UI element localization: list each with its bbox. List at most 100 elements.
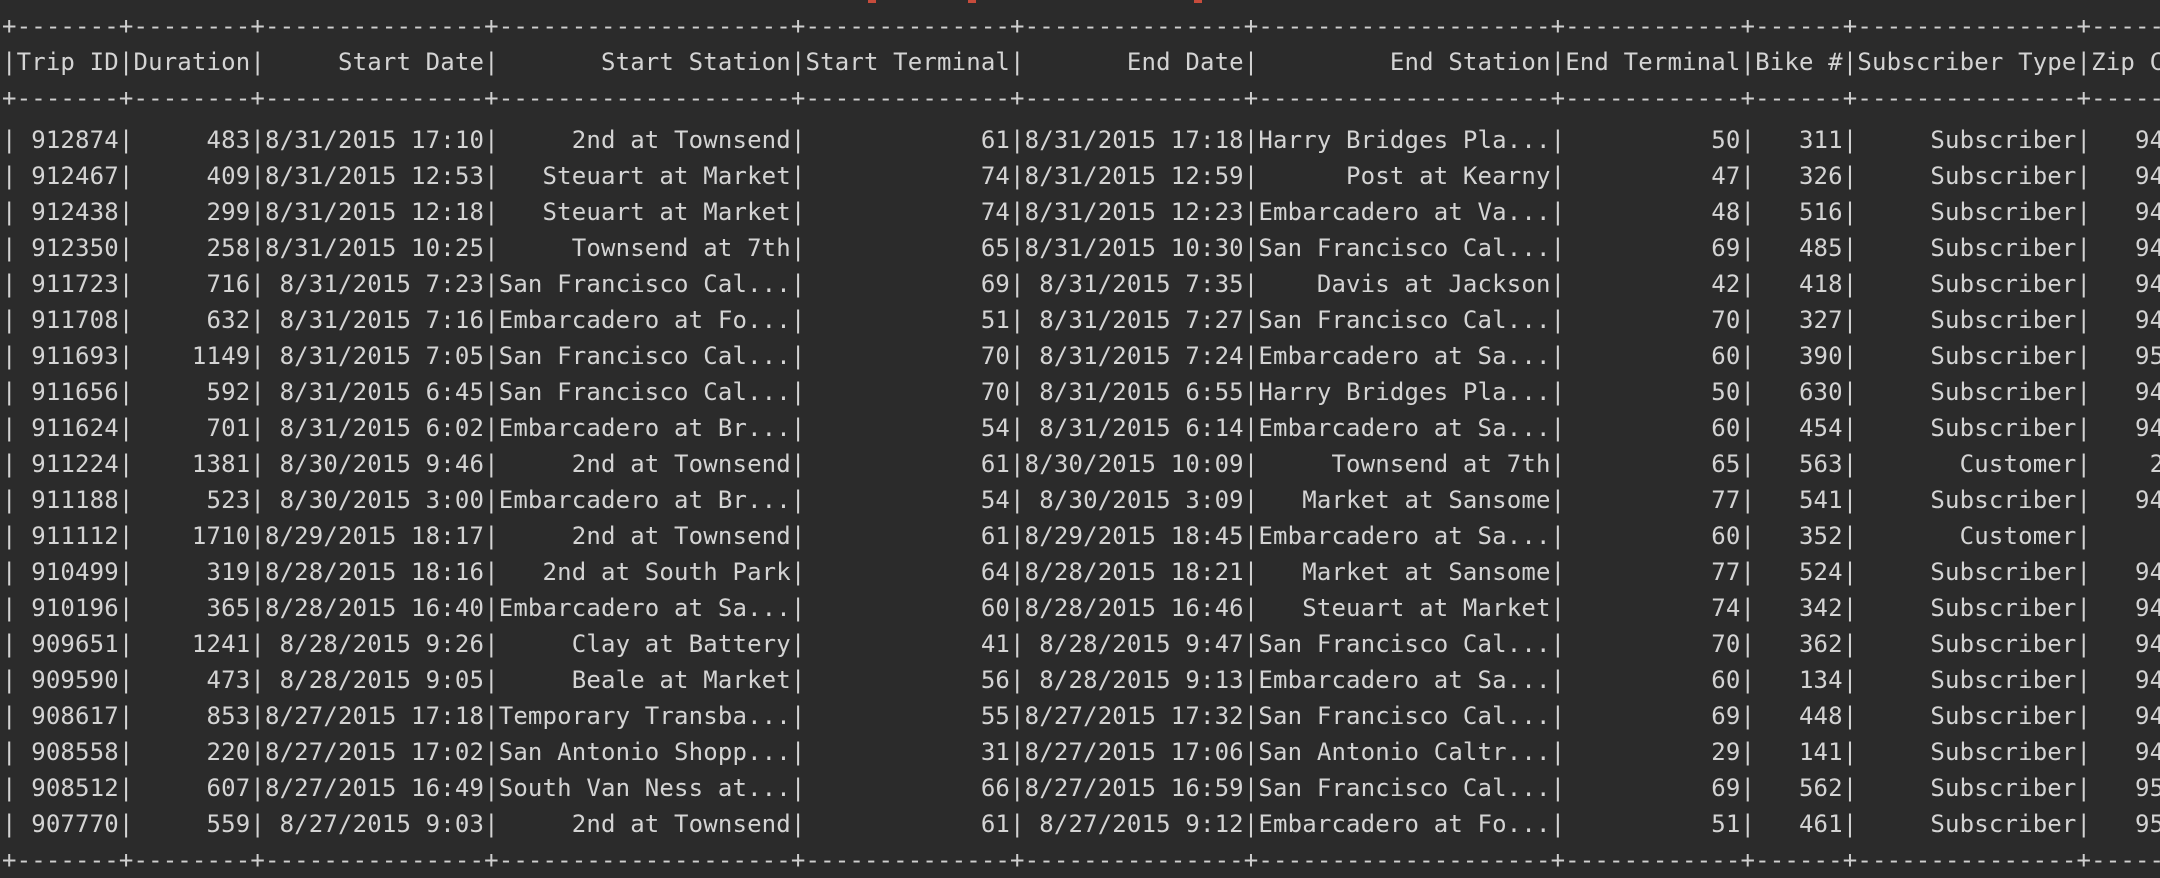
table-header-row: |Trip ID|Duration| Start Date| Start Sta… (2, 44, 2160, 80)
table-cell: 907770 (16, 810, 119, 838)
table-cell: 94105 (2134, 414, 2160, 442)
table-cell: 8/31/2015 7:16 (264, 306, 485, 334)
table-cell: South Van Ness at... (498, 774, 791, 802)
table-cell: 61 (805, 810, 1011, 838)
table-cell: Subscriber (1857, 594, 2077, 622)
table-cell: 2500 (2149, 450, 2160, 478)
table-cell: 2nd at Townsend (498, 450, 791, 478)
table-cell: San Francisco Cal... (1258, 774, 1551, 802)
previous-output-mark (868, 0, 876, 3)
table-cell: 8/31/2015 17:10 (264, 126, 485, 154)
table-cell: 60 (1565, 522, 1741, 550)
previous-output-strip (0, 0, 2160, 6)
table-cell: 485 (1755, 234, 1843, 262)
table-cell: 908558 (16, 738, 119, 766)
table-cell: 50 (1565, 378, 1741, 406)
table-cell: 61 (805, 522, 1011, 550)
table-cell: 562 (1755, 774, 1843, 802)
table-cell: 524 (1755, 558, 1843, 586)
table-cell: 8/27/2015 16:59 (1024, 774, 1244, 802)
table-cell: 70 (805, 342, 1011, 370)
table-border-bottom: +-------+--------+---------------+------… (2, 846, 2160, 874)
table-cell: 911708 (16, 306, 119, 334)
table-cell: Subscriber (1857, 342, 2077, 370)
table-cell: 716 (133, 270, 251, 298)
table-cell: 8/29/2015 18:45 (1024, 522, 1244, 550)
table-cell: 352 (1755, 522, 1843, 550)
table-cell: 60 (1565, 414, 1741, 442)
table-cell: 541 (1755, 486, 1843, 514)
table-cell: 94107 (2134, 234, 2160, 262)
table-border-top: +-------+--------+---------------+------… (2, 12, 2160, 40)
table-cell: 409 (133, 162, 251, 190)
table-cell: Subscriber (1857, 414, 2077, 442)
table-cell: 94501 (2134, 306, 2160, 334)
table-cell: 908617 (16, 702, 119, 730)
table-cell: Clay at Battery (498, 630, 791, 658)
table-cell: 630 (1755, 378, 1843, 406)
table-cell: 911723 (16, 270, 119, 298)
table-cell: 912467 (16, 162, 119, 190)
table-cell: Embarcadero at Br... (498, 486, 791, 514)
table-row: | 912874| 483|8/31/2015 17:10| 2nd at To… (2, 122, 2160, 158)
table-cell: San Francisco Cal... (1258, 234, 1551, 262)
table-cell: San Francisco Cal... (1258, 702, 1551, 730)
table-cell: 523 (133, 486, 251, 514)
table-row: | 910499| 319|8/28/2015 18:16| 2nd at So… (2, 554, 2160, 590)
table-cell: 8/31/2015 12:53 (264, 162, 485, 190)
table-cell: Subscriber (1857, 774, 2077, 802)
table-cell: 8/31/2015 10:25 (264, 234, 485, 262)
table-cell: 8/28/2015 16:46 (1024, 594, 1244, 622)
table-cell: 8/31/2015 17:18 (1024, 126, 1244, 154)
table-cell: 8/31/2015 12:59 (1024, 162, 1244, 190)
table-cell: 853 (133, 702, 251, 730)
table-cell: 418 (1755, 270, 1843, 298)
table-cell: 8/27/2015 17:06 (1024, 738, 1244, 766)
table-cell: 910499 (16, 558, 119, 586)
table-cell: 632 (133, 306, 251, 334)
table-cell: Embarcadero at Br... (498, 414, 791, 442)
table-cell: 342 (1755, 594, 1843, 622)
table-cell: Subscriber (1857, 738, 2077, 766)
table-cell: 94607 (2134, 558, 2160, 586)
table-cell: 911188 (16, 486, 119, 514)
table-cell: Steuart at Market (498, 198, 791, 226)
table-cell: 94110 (2134, 162, 2160, 190)
table-cell: 448 (1755, 702, 1843, 730)
table-cell: 65 (1565, 450, 1741, 478)
table-cell: 8/31/2015 12:18 (264, 198, 485, 226)
table-cell: 56 (805, 666, 1011, 694)
table-cell: 8/31/2015 6:02 (264, 414, 485, 442)
table-cell: 563 (1755, 450, 1843, 478)
table-cell: Embarcadero at Sa... (1258, 522, 1551, 550)
column-header: End Date (1024, 48, 1244, 76)
table-cell: 8/31/2015 12:23 (1024, 198, 1244, 226)
table-row: | 912438| 299|8/31/2015 12:18| Steuart a… (2, 194, 2160, 230)
column-header: Start Terminal (805, 48, 1011, 76)
table-cell: Embarcadero at Fo... (498, 306, 791, 334)
table-cell: Embarcadero at Sa... (498, 594, 791, 622)
table-cell: Subscriber (1857, 810, 2077, 838)
table-cell: 8/27/2015 9:03 (264, 810, 485, 838)
table-cell: 2nd at Townsend (498, 810, 791, 838)
table-cell: 60 (1565, 342, 1741, 370)
table-cell: 8/30/2015 3:00 (264, 486, 485, 514)
table-body: | 912874| 483|8/31/2015 17:10| 2nd at To… (2, 122, 2160, 842)
table-cell: 311 (1755, 126, 1843, 154)
table-cell: 8/28/2015 18:16 (264, 558, 485, 586)
table-cell: 8/31/2015 6:55 (1024, 378, 1244, 406)
terminal-window: +-------+--------+---------------+------… (0, 0, 2160, 874)
table-cell: 592 (133, 378, 251, 406)
table-cell: 42 (1565, 270, 1741, 298)
table-cell: nil (2091, 522, 2160, 550)
table-cell: 8/30/2015 10:09 (1024, 450, 1244, 478)
table-cell: 8/27/2015 16:49 (264, 774, 485, 802)
table-cell: 70 (1565, 630, 1741, 658)
table-cell: 911112 (16, 522, 119, 550)
table-cell: 8/27/2015 17:32 (1024, 702, 1244, 730)
table-cell: 134 (1755, 666, 1843, 694)
table-cell: 55 (805, 702, 1011, 730)
table-cell: San Francisco Cal... (498, 378, 791, 406)
table-cell: 1241 (133, 630, 251, 658)
table-cell: 299 (133, 198, 251, 226)
